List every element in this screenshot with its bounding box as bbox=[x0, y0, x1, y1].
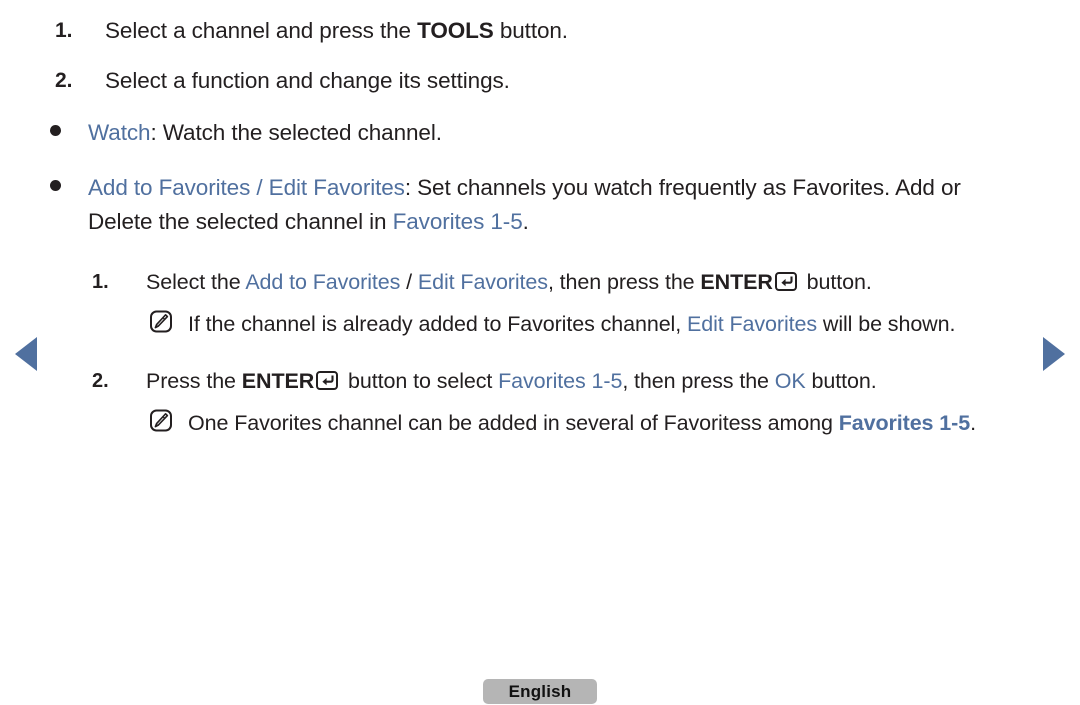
note-marker bbox=[150, 405, 188, 432]
list-item: Watch: Watch the selected channel. bbox=[0, 116, 1080, 150]
text-fragment: will be shown. bbox=[817, 312, 956, 336]
note-pencil-icon bbox=[150, 310, 172, 333]
edit-favorites-label: Edit Favorites bbox=[417, 270, 548, 294]
text-fragment: , then press the bbox=[622, 369, 775, 393]
sub-list-item: 2. Press the ENTER button to select Favo… bbox=[0, 366, 1080, 397]
add-edit-favorites-label: Add to Favorites / Edit Favorites bbox=[88, 175, 405, 200]
text-fragment: button. bbox=[493, 18, 568, 43]
text-fragment: Press the bbox=[146, 369, 242, 393]
manual-page: 1. Select a channel and press the TOOLS … bbox=[0, 0, 1080, 705]
ok-button-label: OK bbox=[774, 369, 806, 393]
note-item: If the channel is already added to Favor… bbox=[0, 306, 1080, 342]
text-fragment: One Favorites channel can be added in se… bbox=[188, 411, 839, 435]
text-fragment: button. bbox=[800, 270, 872, 294]
edit-favorites-label: Edit Favorites bbox=[686, 312, 818, 336]
text-fragment: : Watch the selected channel. bbox=[150, 120, 442, 145]
language-badge[interactable]: English bbox=[483, 679, 597, 704]
enter-key-label: ENTER bbox=[700, 270, 773, 294]
note-marker bbox=[150, 306, 188, 333]
sub-list-item: 1. Select the Add to Favorites / Edit Fa… bbox=[0, 267, 1080, 298]
favorites-range-label: Favorites 1-5 bbox=[498, 369, 623, 393]
note-text: If the channel is already added to Favor… bbox=[188, 306, 1018, 342]
note-item: One Favorites channel can be added in se… bbox=[0, 405, 1080, 441]
text-fragment: If the channel is already added to Favor… bbox=[188, 312, 687, 336]
text-fragment: . bbox=[970, 411, 976, 435]
bullet-dot-icon bbox=[50, 180, 61, 191]
tools-button-label: TOOLS bbox=[417, 18, 494, 43]
bullet-dot-icon bbox=[50, 125, 61, 136]
enter-key-label: ENTER bbox=[241, 369, 315, 393]
sub-list-marker: 1. bbox=[92, 271, 109, 293]
add-to-favorites-label: Add to Favorites bbox=[245, 270, 401, 294]
content-column: 1. Select a channel and press the TOOLS … bbox=[0, 16, 1080, 451]
enter-key-icon bbox=[316, 368, 341, 390]
list-item: Add to Favorites / Edit Favorites: Set c… bbox=[0, 171, 1080, 239]
list-marker: 2. bbox=[55, 69, 73, 92]
list-item-text: Select a channel and press the TOOLS but… bbox=[105, 16, 1080, 45]
favorites-range-label: Favorites 1-5 bbox=[838, 411, 971, 435]
text-fragment: / bbox=[400, 270, 418, 294]
watch-option-label: Watch bbox=[88, 120, 151, 145]
list-marker: 1. bbox=[55, 19, 73, 42]
bullet-marker bbox=[50, 171, 88, 200]
text-fragment: Select a channel and press the bbox=[105, 18, 418, 43]
sub-list-marker: 2. bbox=[92, 370, 109, 392]
note-text: One Favorites channel can be added in se… bbox=[188, 405, 1018, 441]
bullet-marker bbox=[50, 116, 88, 145]
list-item-text: Watch: Watch the selected channel. bbox=[88, 116, 968, 150]
enter-key-icon bbox=[774, 269, 800, 291]
text-fragment: . bbox=[522, 209, 529, 234]
note-pencil-icon bbox=[150, 409, 172, 432]
text-fragment: , then press the bbox=[547, 270, 701, 294]
list-item: 1. Select a channel and press the TOOLS … bbox=[0, 16, 1080, 45]
list-item: 2. Select a function and change its sett… bbox=[0, 66, 1080, 95]
sub-list-item-text: Press the ENTER button to select Favorit… bbox=[146, 366, 986, 397]
favorites-range-label: Favorites 1-5 bbox=[392, 209, 523, 234]
text-fragment: Select the bbox=[146, 270, 246, 294]
text-fragment: button. bbox=[805, 369, 877, 393]
list-item-text: Select a function and change its setting… bbox=[105, 66, 1080, 95]
text-fragment: button to select bbox=[342, 369, 499, 393]
text-fragment: Select a function and change its setting… bbox=[105, 68, 510, 93]
sub-list-item-text: Select the Add to Favorites / Edit Favor… bbox=[146, 267, 986, 298]
list-item-text: Add to Favorites / Edit Favorites: Set c… bbox=[88, 171, 968, 239]
